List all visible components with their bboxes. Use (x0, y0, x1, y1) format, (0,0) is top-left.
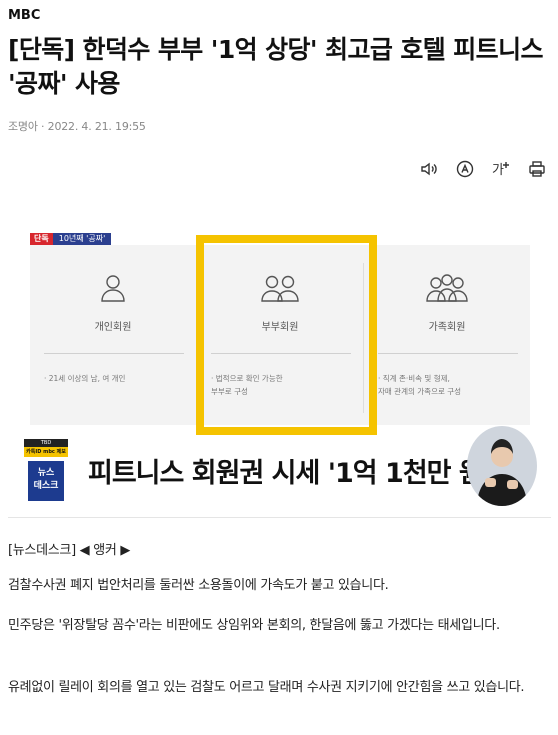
membership-family: 가족회원 · 직계 존·비속 및 형제, 자매 관계의 가족으로 구성 (364, 245, 530, 425)
divider (378, 353, 518, 354)
speaker-icon[interactable] (418, 158, 440, 180)
logo-report-label: 카톡ID mbc 제보 (24, 447, 68, 457)
logo-line: 뉴스 (37, 468, 55, 478)
membership-note: · 21세 이상의 남, 여 개인 (44, 372, 194, 385)
article-image[interactable]: 단독 10년째 '공짜' 개인회원 · 21세 이상의 남, 여 개인 부부회원 (8, 211, 551, 518)
logo-box: 뉴스 데스크 (28, 461, 64, 501)
article-title: [단독] 한덕수 부부 '1억 상당' 최고급 호텔 피트니스 '공짜' 사용 (8, 35, 543, 98)
byline: 조명아 · 2022. 4. 21. 19:55 (8, 120, 146, 133)
article-toolbar: 가 (418, 158, 548, 180)
topic-tag: 10년째 '공짜' (52, 233, 112, 245)
newsdesk-logo: TBD 카톡ID mbc 제보 뉴스 데스크 (24, 439, 68, 501)
sign-language-interpreter (467, 426, 537, 506)
highlight-box (196, 235, 377, 435)
note-line: · 21세 이상의 남, 여 개인 (44, 374, 126, 383)
paragraph: 검찰수사권 폐지 법안처리를 둘러싼 소용돌이에 가속도가 붙고 있습니다. (8, 578, 389, 593)
image-tags: 단독 10년째 '공짜' (30, 233, 112, 245)
membership-note: · 직계 존·비속 및 형제, 자매 관계의 가족으로 구성 (378, 372, 528, 398)
news-source[interactable]: MBC (8, 8, 40, 23)
note-line: · 직계 존·비속 및 형제, (378, 374, 450, 383)
note-line: 자매 관계의 가족으로 구성 (378, 387, 462, 396)
paragraph: [뉴스데스크] ◀ 앵커 ▶ (8, 543, 131, 558)
divider (44, 353, 184, 354)
exclusive-tag: 단독 (30, 233, 53, 245)
translate-icon[interactable] (454, 158, 476, 180)
font-size-icon[interactable]: 가 (490, 158, 512, 180)
font-size-label: 가 (492, 163, 504, 178)
logo-line: 데스크 (33, 481, 59, 491)
paragraph: 유례없이 릴레이 회의를 열고 있는 검찰도 어르고 달래며 수사권 지키기에 … (8, 680, 525, 695)
paragraph: 민주당은 '위장탈당 꼼수'라는 비판에도 상임위와 본회의, 한달음에 뚫고 … (8, 618, 500, 633)
print-icon[interactable] (526, 158, 548, 180)
image-caption: 피트니스 회원권 시세 '1억 1천만 원' (88, 458, 491, 489)
membership-individual: 개인회원 · 21세 이상의 남, 여 개인 (30, 245, 196, 425)
membership-label: 개인회원 (94, 322, 132, 333)
membership-label: 가족회원 (428, 322, 466, 333)
logo-top-label: TBD (24, 439, 68, 447)
family-icon (426, 274, 468, 302)
person-icon (101, 275, 125, 302)
